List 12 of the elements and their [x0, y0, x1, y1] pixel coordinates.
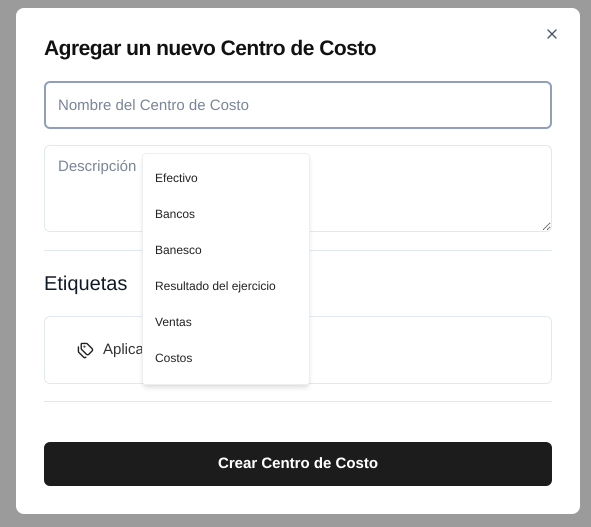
- menu-item[interactable]: Efectivo: [143, 160, 309, 196]
- create-button[interactable]: Crear Centro de Costo: [44, 442, 552, 486]
- menu-item[interactable]: Costos: [143, 340, 309, 376]
- menu-item[interactable]: Resultado del ejercicio: [143, 268, 309, 304]
- section-heading: Etiquetas: [44, 272, 128, 297]
- menu-item[interactable]: Ventas: [143, 304, 309, 340]
- apply-label[interactable]: Aplica: [103, 338, 144, 362]
- dialog-title: Agregar un nuevo Centro de Costo: [44, 36, 378, 62]
- menu-item[interactable]: Banesco: [143, 232, 309, 268]
- menu-item[interactable]: Bancos: [143, 196, 309, 232]
- tags-icon: [77, 342, 94, 358]
- name-input-field[interactable]: Nombre del Centro de Costo: [44, 81, 552, 129]
